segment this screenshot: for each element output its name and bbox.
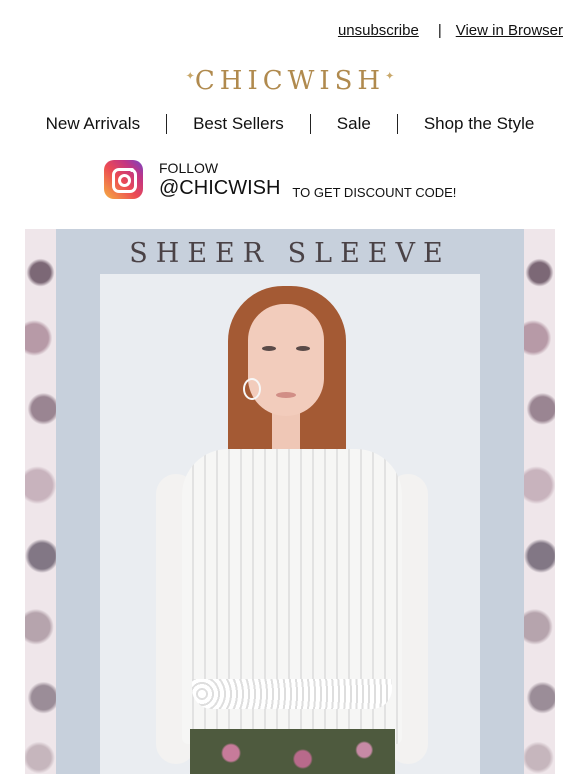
model-eye [296, 346, 310, 351]
sparkle-icon: ✦ [385, 69, 395, 83]
hero-panel: SHEER SLEEVE [56, 229, 524, 774]
hero-banner[interactable]: SHEER SLEEVE [25, 229, 555, 774]
model-face [248, 304, 324, 416]
link-separator: | [437, 22, 442, 39]
heart-earring [243, 378, 261, 400]
instagram-icon[interactable] [104, 160, 143, 199]
nav-shop-the-style[interactable]: Shop the Style [424, 114, 535, 134]
hero-title: SHEER SLEEVE [129, 238, 451, 269]
follow-text-block: FOLLOW @CHICWISH TO GET DISCOUNT CODE! [159, 160, 457, 200]
unsubscribe-link[interactable]: unsubscribe [338, 22, 419, 39]
hero-product-image[interactable] [100, 274, 480, 774]
discount-cta: TO GET DISCOUNT CODE! [292, 185, 457, 200]
model-lips [276, 392, 296, 398]
follow-label: FOLLOW [159, 160, 219, 176]
nav-divider [166, 114, 168, 134]
main-nav: New Arrivals Best Sellers Sale Shop the … [0, 114, 580, 134]
model-neck [272, 410, 300, 454]
nav-new-arrivals[interactable]: New Arrivals [46, 114, 140, 134]
floral-skirt [190, 729, 395, 774]
model-eye [262, 346, 276, 351]
nav-divider [396, 114, 398, 134]
instagram-follow-banner[interactable]: FOLLOW @CHICWISH TO GET DISCOUNT CODE! [104, 160, 456, 199]
chicwish-logo[interactable]: ✦CHICWISH✦ [0, 66, 580, 96]
floral-border-right [524, 229, 555, 774]
nav-best-sellers[interactable]: Best Sellers [193, 114, 284, 134]
instagram-handle: @CHICWISH [159, 177, 281, 199]
sparkle-icon: ✦ [185, 69, 195, 83]
header-links: unsubscribe | View in Browser [338, 22, 563, 39]
logo-text: CHICWISH [194, 66, 386, 96]
view-in-browser-link[interactable]: View in Browser [456, 22, 563, 39]
floral-border-left [25, 229, 56, 774]
nav-divider [309, 114, 311, 134]
nav-sale[interactable]: Sale [337, 114, 371, 134]
lace-hem [192, 679, 392, 709]
